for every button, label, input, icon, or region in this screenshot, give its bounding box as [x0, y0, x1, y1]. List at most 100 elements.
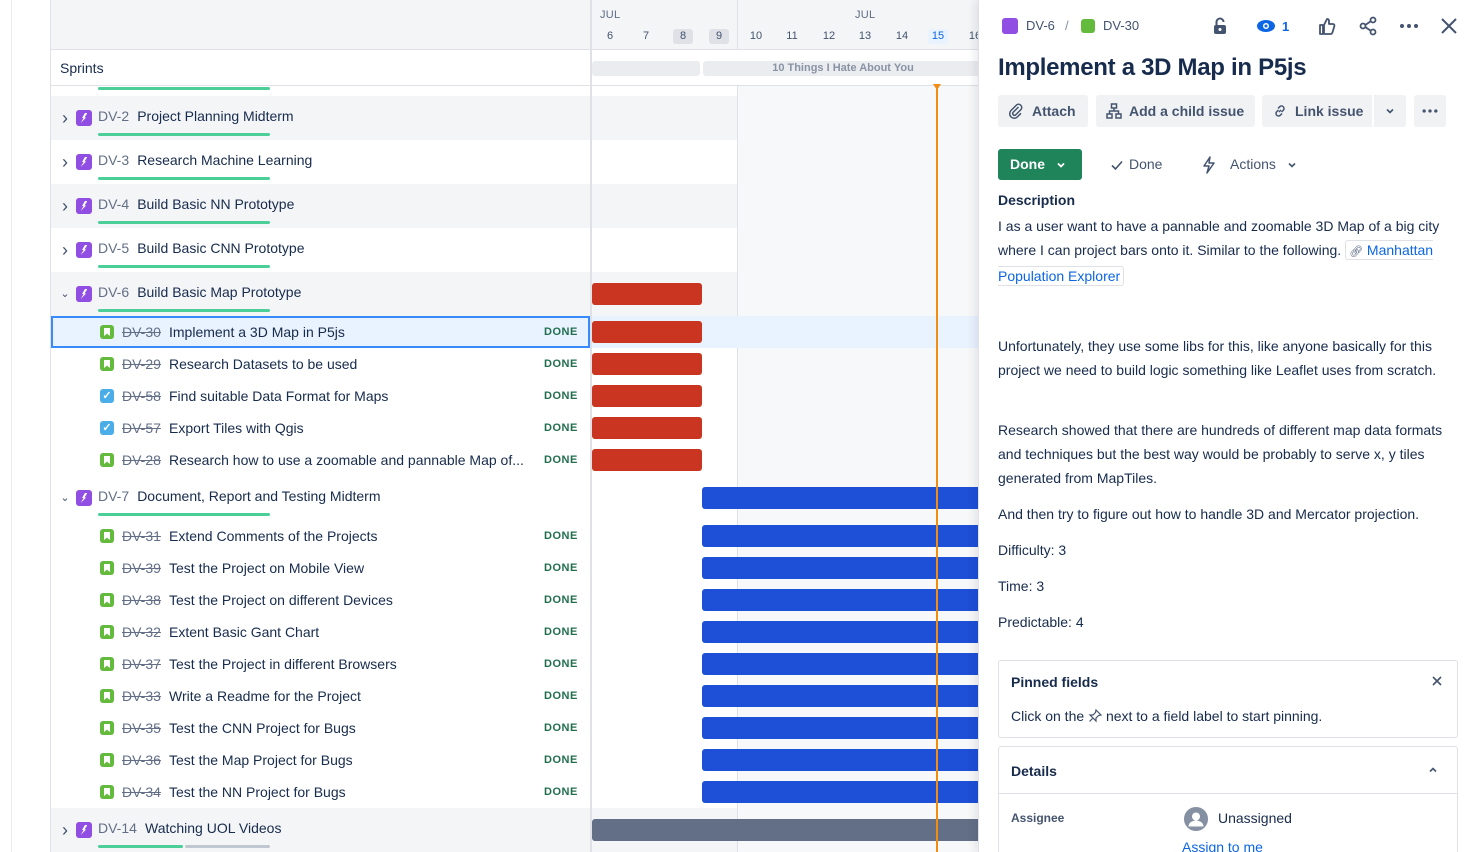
issue-row[interactable]: ✓ DV-57 Export Tiles with Qgis DONE [51, 412, 978, 444]
description-paragraph[interactable]: Research showed that there are hundreds … [998, 418, 1448, 490]
chevron-down-icon[interactable]: ⌄ [59, 490, 71, 506]
issue-title[interactable]: Research how to use a zoomable and panna… [169, 451, 524, 469]
issue-title[interactable]: Build Basic CNN Prototype [137, 239, 304, 257]
timeline-bar[interactable] [592, 321, 702, 343]
close-icon[interactable] [1437, 14, 1461, 38]
epic-row[interactable]: ⌄ DV-6 Build Basic Map Prototype [51, 272, 978, 316]
issue-row[interactable]: ✓ DV-58 Find suitable Data Format for Maps… [51, 380, 978, 412]
issue-row[interactable]: DV-39 Test the Project on Mobile View DONE [51, 552, 978, 584]
issue-key[interactable]: DV-3 [98, 151, 129, 169]
chevron-right-icon[interactable]: › [59, 197, 71, 215]
timeline-bar[interactable] [592, 417, 702, 439]
issue-row[interactable]: DV-34 Test the NN Project for Bugs DONE [51, 776, 978, 808]
close-icon[interactable] [1431, 675, 1443, 687]
assign-to-me-link[interactable]: Assign to me [1182, 839, 1263, 852]
issue-key[interactable]: DV-2 [98, 107, 129, 125]
actions-button[interactable]: Actions [1230, 156, 1276, 172]
issue-title[interactable]: Implement a 3D Map in P5js [169, 323, 345, 341]
timeline-bar[interactable] [592, 353, 702, 375]
issue-title[interactable]: Implement a 3D Map in P5js [998, 54, 1307, 82]
issue-key[interactable]: DV-34 [122, 783, 161, 801]
thumbs-up-icon[interactable] [1315, 14, 1339, 38]
issue-title[interactable]: Research Datasets to be used [169, 355, 357, 373]
issue-title[interactable]: Research Machine Learning [137, 151, 312, 169]
timeline-bar[interactable] [592, 283, 702, 305]
more-icon[interactable] [1397, 14, 1421, 38]
predictable-text[interactable]: Predictable: 4 [998, 610, 1448, 634]
issue-title[interactable]: Test the Map Project for Bugs [169, 751, 353, 769]
issue-key[interactable]: DV-29 [122, 355, 161, 373]
issue-title[interactable]: Test the Project on Mobile View [169, 559, 364, 577]
issue-title[interactable]: Test the CNN Project for Bugs [169, 719, 356, 737]
issue-key[interactable]: DV-6 [98, 283, 129, 301]
issue-title[interactable]: Extent Basic Gant Chart [169, 623, 319, 641]
timeline-bar[interactable] [592, 449, 702, 471]
breadcrumb-current[interactable]: DV-30 [1103, 17, 1139, 35]
difficulty-text[interactable]: Difficulty: 3 [998, 538, 1448, 562]
assignee-value[interactable]: Unassigned [1218, 810, 1292, 826]
issue-title[interactable]: Test the Project in different Browsers [169, 655, 397, 673]
issue-key[interactable]: DV-37 [122, 655, 161, 673]
chevron-right-icon[interactable]: › [59, 109, 71, 127]
issue-title[interactable]: Test the Project on different Devices [169, 591, 393, 609]
issue-row[interactable]: DV-36 Test the Map Project for Bugs DONE [51, 744, 978, 776]
status-dropdown[interactable]: Done [998, 149, 1082, 180]
issue-key[interactable]: DV-4 [98, 195, 129, 213]
epic-row[interactable]: › DV-3 Research Machine Learning [51, 140, 978, 184]
chevron-down-icon[interactable] [1286, 159, 1298, 171]
issue-key[interactable]: DV-57 [122, 419, 161, 437]
description-paragraph[interactable]: Unfortunately, they use some libs for th… [998, 334, 1448, 382]
issue-key[interactable]: DV-30 [122, 323, 161, 341]
issue-row[interactable]: DV-29 Research Datasets to be used DONE [51, 348, 978, 380]
add-child-issue-button[interactable]: Add a child issue [1096, 95, 1255, 127]
issue-title[interactable]: Test the NN Project for Bugs [169, 783, 346, 801]
issue-title[interactable]: Find suitable Data Format for Maps [169, 387, 388, 405]
chevron-right-icon[interactable]: › [59, 821, 71, 839]
chevron-right-icon[interactable]: › [59, 153, 71, 171]
lock-icon[interactable] [1208, 14, 1232, 38]
issue-key[interactable]: DV-36 [122, 751, 161, 769]
issue-title[interactable]: Build Basic Map Prototype [137, 283, 301, 301]
issue-row[interactable]: DV-30 Implement a 3D Map in P5js DONE [51, 316, 978, 348]
epic-row[interactable]: › DV-5 Build Basic CNN Prototype [51, 228, 978, 272]
issue-key[interactable]: DV-28 [122, 451, 161, 469]
epic-row[interactable]: › DV-2 Project Planning Midterm [51, 96, 978, 140]
issue-row[interactable]: DV-38 Test the Project on different Devic… [51, 584, 978, 616]
details-header[interactable]: Details [999, 747, 1457, 794]
issue-key[interactable]: DV-14 [98, 819, 137, 837]
issue-key[interactable]: DV-39 [122, 559, 161, 577]
issue-title[interactable]: Build Basic NN Prototype [137, 195, 294, 213]
description-paragraph[interactable]: I as a user want to have a pannable and … [998, 214, 1448, 288]
issue-row[interactable]: DV-28 Research how to use a zoomable and … [51, 444, 978, 476]
issue-row[interactable]: DV-33 Write a Readme for the Project DONE [51, 680, 978, 712]
issue-title[interactable]: Document, Report and Testing Midterm [137, 487, 380, 505]
epic-row[interactable]: › DV-4 Build Basic NN Prototype [51, 184, 978, 228]
epic-row[interactable]: › DV-14 Watching UOL Videos [51, 808, 978, 852]
timeline-bar[interactable] [592, 819, 978, 841]
link-issue-dropdown[interactable] [1374, 95, 1406, 127]
description-paragraph[interactable]: And then try to figure out how to handle… [998, 502, 1448, 526]
issue-key[interactable]: DV-33 [122, 687, 161, 705]
issue-row[interactable]: DV-37 Test the Project in different Brows… [51, 648, 978, 680]
issue-key[interactable]: DV-32 [122, 623, 161, 641]
chevron-right-icon[interactable]: › [59, 241, 71, 259]
issue-title[interactable]: Project Planning Midterm [137, 107, 293, 125]
epic-row[interactable]: ⌄ DV-7 Document, Report and Testing Midter… [51, 476, 978, 520]
pane-divider[interactable] [590, 0, 592, 852]
issue-key[interactable]: DV-5 [98, 239, 129, 257]
issue-key[interactable]: DV-38 [122, 591, 161, 609]
sprint-bar-previous[interactable] [592, 61, 700, 76]
watch-count[interactable]: 1 [1282, 18, 1289, 36]
issue-key[interactable]: DV-31 [122, 527, 161, 545]
issue-key[interactable]: DV-35 [122, 719, 161, 737]
issue-title[interactable]: Extend Comments of the Projects [169, 527, 378, 545]
chevron-down-icon[interactable]: ⌄ [59, 286, 71, 302]
issue-title[interactable]: Write a Readme for the Project [169, 687, 361, 705]
share-icon[interactable] [1356, 14, 1380, 38]
sprint-bar-current[interactable]: 10 Things I Hate About You [703, 61, 978, 76]
issue-row[interactable]: DV-35 Test the CNN Project for Bugs DONE [51, 712, 978, 744]
more-actions-button[interactable] [1414, 95, 1446, 127]
time-text[interactable]: Time: 3 [998, 574, 1448, 598]
attach-button[interactable]: Attach [998, 95, 1088, 127]
issue-row[interactable]: DV-32 Extent Basic Gant Chart DONE [51, 616, 978, 648]
